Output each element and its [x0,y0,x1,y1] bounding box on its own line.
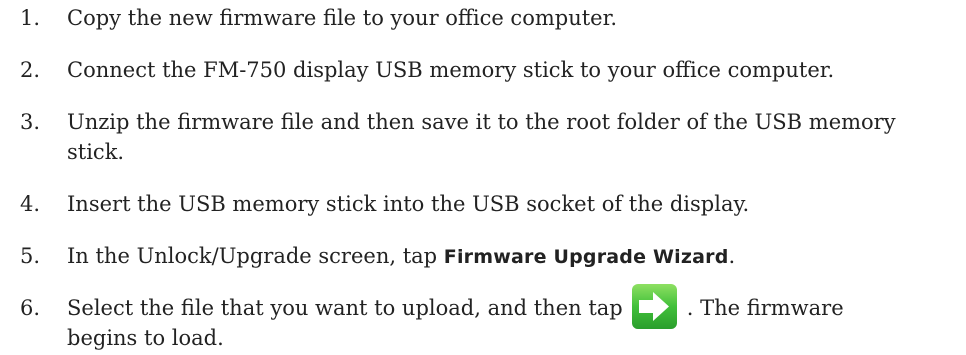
step-number: 6. [20,296,41,320]
step-text-after: . The firmware [686,296,844,320]
step-number: 5. [20,244,41,268]
step-text: In the Unlock/Upgrade screen, tap Firmwa… [67,241,947,272]
wizard-name-label: Firmware Upgrade Wizard [443,246,729,268]
step-text: Unzip the firmware file and then save it… [67,107,947,167]
step-text: Insert the USB memory stick into the USB… [67,192,750,216]
step-text-line: begins to load. [67,326,224,350]
step-number: 4. [20,192,41,216]
step-text-before: Select the file that you want to upload,… [67,296,623,320]
next-arrow-icon [631,283,678,330]
step-number: 2. [20,58,41,82]
step-text-line: Unzip the firmware file and then save it… [67,110,896,134]
step-number: 1. [20,6,41,30]
step-text: Select the file that you want to upload,… [67,284,947,353]
step-number: 3. [20,110,41,134]
step-text-line: Select the file that you want to upload,… [67,284,947,329]
step-text: Connect the FM-750 display USB memory st… [67,58,835,82]
step-text-after: . [728,244,736,268]
step-text: Copy the new firmware file to your offic… [67,6,617,30]
step-text-before: In the Unlock/Upgrade screen, tap [67,244,444,268]
step-text-line: stick. [67,140,125,164]
